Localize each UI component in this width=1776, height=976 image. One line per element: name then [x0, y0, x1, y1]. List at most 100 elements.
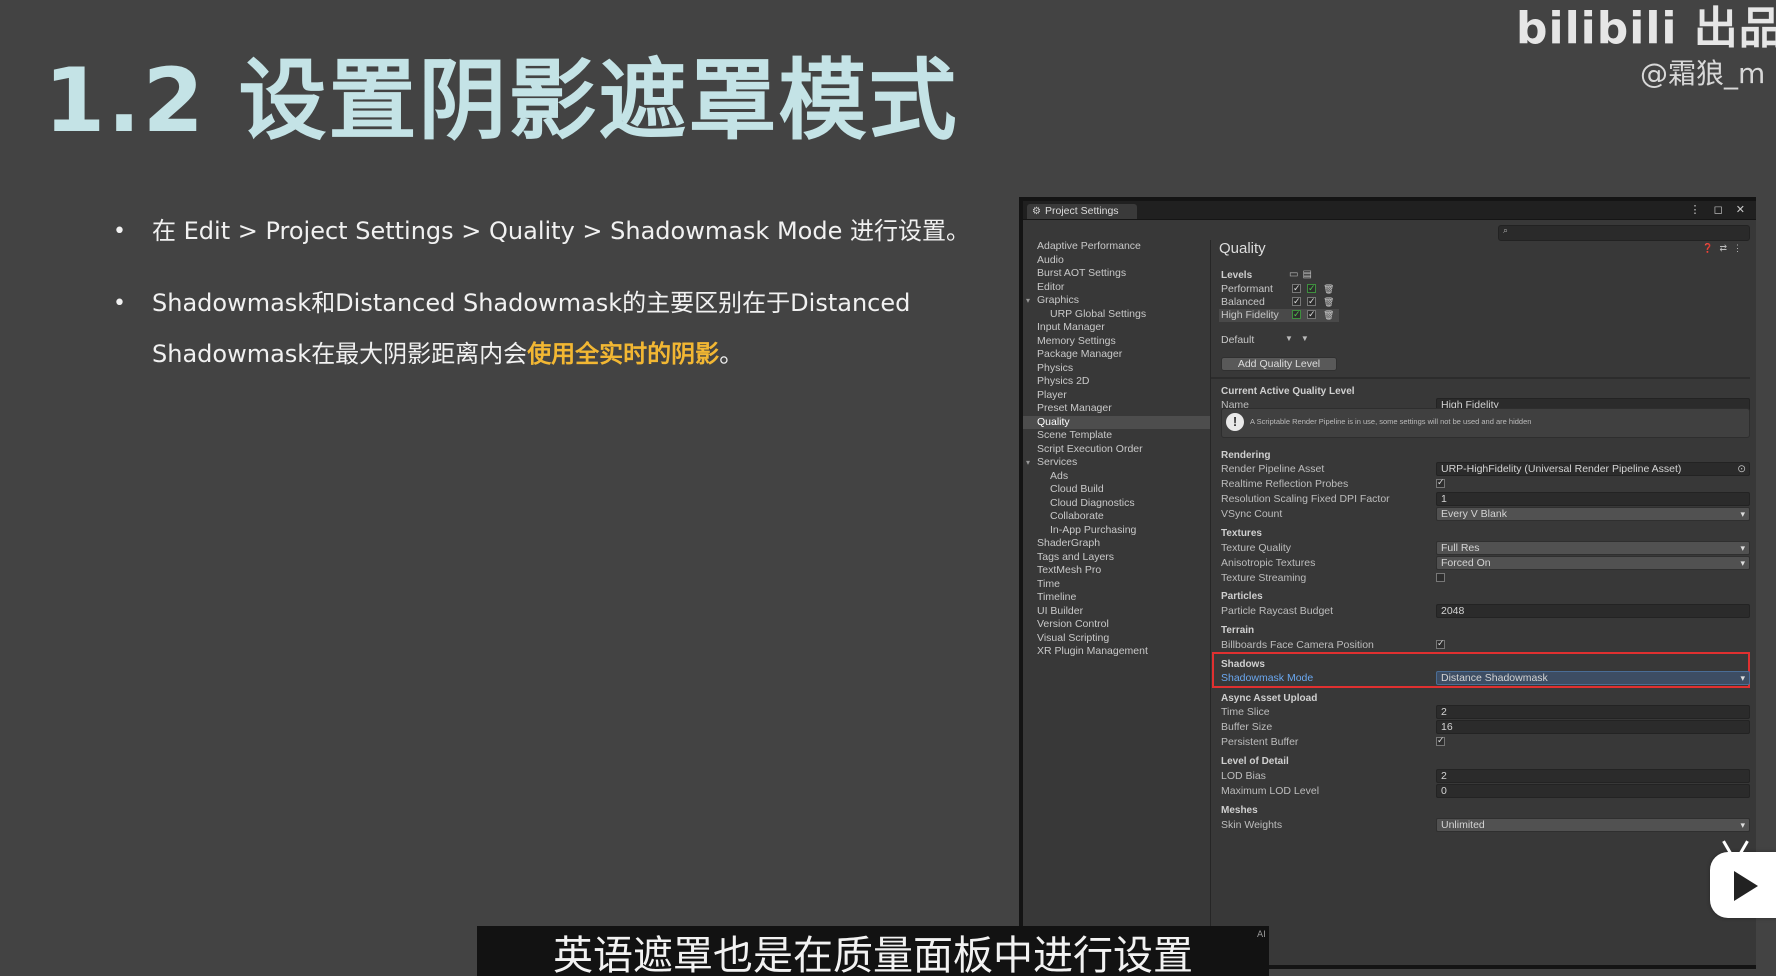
nav-item[interactable]: Services	[1023, 456, 1210, 470]
preset-icon[interactable]: ⇄	[1719, 243, 1733, 253]
prop-realtime-probes: Realtime Reflection Probes	[1211, 477, 1750, 491]
nav-item[interactable]: In-App Purchasing	[1023, 524, 1210, 538]
lod-bias-field[interactable]: 2	[1436, 769, 1750, 783]
nav-item[interactable]: Memory Settings	[1023, 335, 1210, 349]
add-quality-level-button[interactable]: Add Quality Level	[1221, 357, 1337, 371]
nav-item[interactable]: Collaborate	[1023, 510, 1210, 524]
nav-item[interactable]: URP Global Settings	[1023, 308, 1210, 322]
bullet-list: 在 Edit > Project Settings > Quality > Sh…	[113, 206, 983, 380]
nav-item[interactable]: UI Builder	[1023, 605, 1210, 619]
level-pc-checkbox[interactable]	[1292, 282, 1301, 295]
raycast-budget-field[interactable]: 2048	[1436, 604, 1750, 618]
window-tab[interactable]: ⚙ Project Settings	[1027, 204, 1137, 219]
level-row-high-fidelity[interactable]: High Fidelity 🗑	[1219, 308, 1339, 322]
nav-item[interactable]: Input Manager	[1023, 321, 1210, 335]
nav-item[interactable]: Graphics	[1023, 294, 1210, 308]
nav-item[interactable]: Cloud Build	[1023, 483, 1210, 497]
shadowmask-mode-dropdown[interactable]: Distance Shadowmask	[1436, 671, 1750, 685]
realtime-probes-checkbox[interactable]	[1436, 477, 1445, 488]
vsync-dropdown[interactable]: Every V Blank	[1436, 507, 1750, 521]
level-mobile-checkbox[interactable]	[1307, 282, 1316, 295]
header-icons[interactable]: ❓⇄⋮	[1702, 243, 1748, 254]
levels-label: Levels	[1221, 270, 1253, 281]
search-input[interactable]: ⌕	[1498, 225, 1750, 241]
section-async: Async Asset Upload	[1221, 693, 1318, 704]
prop-label: Texture Quality	[1221, 542, 1292, 554]
texture-quality-dropdown[interactable]: Full Res	[1436, 541, 1750, 555]
nav-item[interactable]: ShaderGraph	[1023, 537, 1210, 551]
rp-asset-field[interactable]: URP-HighFidelity (Universal Render Pipel…	[1436, 462, 1750, 476]
nav-item[interactable]: Adaptive Performance	[1023, 240, 1210, 254]
nav-item[interactable]: Time	[1023, 578, 1210, 592]
nav-item[interactable]: Ads	[1023, 470, 1210, 484]
nav-item[interactable]: Script Execution Order	[1023, 443, 1210, 457]
nav-item[interactable]: Timeline	[1023, 591, 1210, 605]
nav-item[interactable]: Package Manager	[1023, 348, 1210, 362]
section-rendering: Rendering	[1221, 450, 1271, 461]
nav-item[interactable]: Physics 2D	[1023, 375, 1210, 389]
anisotropic-dropdown[interactable]: Forced On	[1436, 556, 1750, 570]
nav-item[interactable]: Audio	[1023, 254, 1210, 268]
time-slice-field[interactable]: 2	[1436, 705, 1750, 719]
default-dropdown-arrows[interactable]: ▼▼	[1285, 334, 1317, 343]
quality-panel: Quality ❓⇄⋮ Levels ▭▤ Performant 🗑 Balan…	[1211, 240, 1756, 965]
help-icon[interactable]: ❓	[1702, 243, 1719, 253]
bilibili-play-button[interactable]	[1710, 840, 1776, 918]
window-controls[interactable]: ⋮ ◻ ✕	[1690, 203, 1750, 216]
prop-label: Billboards Face Camera Position	[1221, 639, 1374, 651]
buffer-size-field[interactable]: 16	[1436, 720, 1750, 734]
prop-buffer-size: Buffer Size 16	[1211, 720, 1750, 734]
level-mobile-checkbox[interactable]	[1307, 308, 1316, 321]
level-mobile-checkbox[interactable]	[1307, 295, 1316, 308]
nav-item[interactable]: XR Plugin Management	[1023, 645, 1210, 659]
res-scaling-field[interactable]: 1	[1436, 492, 1750, 506]
trash-icon[interactable]: 🗑	[1323, 296, 1334, 309]
nav-item[interactable]: Visual Scripting	[1023, 632, 1210, 646]
prop-res-scaling: Resolution Scaling Fixed DPI Factor 1	[1211, 492, 1750, 506]
prop-label: LOD Bias	[1221, 770, 1266, 782]
uploader-watermark: @霜狼_m	[1640, 57, 1766, 90]
nav-item[interactable]: Scene Template	[1023, 429, 1210, 443]
nav-item[interactable]: Burst AOT Settings	[1023, 267, 1210, 281]
highlight-text: 使用全实时的阴影	[527, 340, 720, 368]
chevron-down-icon[interactable]: ▼	[1301, 334, 1317, 343]
bullet-text-end: 。	[719, 340, 744, 368]
nav-item[interactable]: Cloud Diagnostics	[1023, 497, 1210, 511]
prop-label: Render Pipeline Asset	[1221, 463, 1325, 475]
level-name: High Fidelity	[1221, 309, 1279, 321]
nav-item[interactable]: Quality	[1023, 415, 1210, 429]
section-meshes: Meshes	[1221, 805, 1258, 816]
prop-rp-asset: Render Pipeline Asset URP-HighFidelity (…	[1211, 462, 1750, 476]
prop-label: Anisotropic Textures	[1221, 557, 1316, 569]
nav-item[interactable]: TextMesh Pro	[1023, 564, 1210, 578]
nav-item[interactable]: Physics	[1023, 362, 1210, 376]
billboards-checkbox[interactable]	[1436, 638, 1445, 649]
persistent-buffer-checkbox[interactable]	[1436, 735, 1445, 746]
help-text: A Scriptable Render Pipeline is in use, …	[1250, 417, 1532, 426]
nav-item[interactable]: Preset Manager	[1023, 402, 1210, 416]
skin-weights-dropdown[interactable]: Unlimited	[1436, 818, 1750, 832]
bullet-text: 在 Edit > Project Settings > Quality > Sh…	[152, 217, 970, 245]
prop-aniso: Anisotropic Textures Forced On	[1211, 556, 1750, 570]
trash-icon[interactable]: 🗑	[1323, 283, 1334, 296]
prop-label: VSync Count	[1221, 508, 1283, 520]
nav-item[interactable]: Editor	[1023, 281, 1210, 295]
prop-label: Buffer Size	[1221, 721, 1273, 733]
prop-tex-stream: Texture Streaming	[1211, 571, 1750, 585]
texture-streaming-checkbox[interactable]	[1436, 573, 1445, 582]
more-icon[interactable]: ⋮	[1733, 243, 1748, 253]
level-pc-checkbox[interactable]	[1292, 295, 1301, 308]
level-row-balanced[interactable]: Balanced 🗑	[1219, 295, 1339, 309]
level-pc-checkbox[interactable]	[1292, 308, 1301, 321]
max-lod-field[interactable]: 0	[1436, 784, 1750, 798]
nav-item[interactable]: Version Control	[1023, 618, 1210, 632]
nav-item[interactable]: Player	[1023, 389, 1210, 403]
level-row-performant[interactable]: Performant 🗑	[1219, 282, 1339, 296]
trash-icon[interactable]: 🗑	[1323, 309, 1334, 322]
level-name: Performant	[1221, 283, 1273, 295]
nav-item[interactable]: Tags and Layers	[1023, 551, 1210, 565]
section-textures: Textures	[1221, 528, 1262, 539]
level-name: Balanced	[1221, 296, 1265, 308]
chevron-down-icon[interactable]: ▼	[1285, 334, 1301, 343]
monitor-icon: ▭	[1289, 269, 1303, 280]
